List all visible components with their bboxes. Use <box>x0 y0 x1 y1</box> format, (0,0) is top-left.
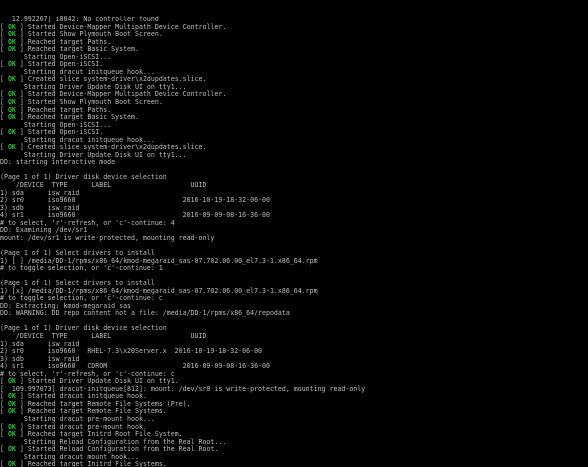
console-line: /DEVICE TYPE LABEL UUID <box>0 332 588 341</box>
console-line: # to select, 'r'-refresh, or 'c'-continu… <box>0 219 588 228</box>
console-line: DD: starting interactive mode <box>0 159 588 167</box>
console-text: DD: WARNING: DD repo content not a file:… <box>0 309 290 318</box>
console-status-line: [ OK ] Reached target Initrd File System… <box>0 460 588 467</box>
console-text: DD: starting interactive mode <box>0 158 116 167</box>
console-line: 2) sr0 iso9660 2016-10-19-18-32-06-00 <box>0 196 588 205</box>
console-line: DD: WARNING: DD repo content not a file:… <box>0 310 588 318</box>
console-line: # to toggle selection, or 'c'-continue: … <box>0 264 588 273</box>
console-line: 2) sr0 iso9660 RHEL-7.3\x20Server.x 2016… <box>0 347 588 356</box>
console-text: # to toggle selection, or 'c'-continue: … <box>0 264 163 273</box>
console-line: /DEVICE TYPE LABEL UUID <box>0 181 588 190</box>
console-text: ] Reached target Initrd File Systems. <box>19 460 167 467</box>
console-line: mount: /dev/sr1 is write-protected, moun… <box>0 233 588 243</box>
console-text: mount: /dev/sr1 is write-protected, moun… <box>0 233 215 242</box>
boot-console: 12.992267] i8042: No controller found[ O… <box>0 16 588 467</box>
ok-status-badge: OK <box>3 460 20 467</box>
